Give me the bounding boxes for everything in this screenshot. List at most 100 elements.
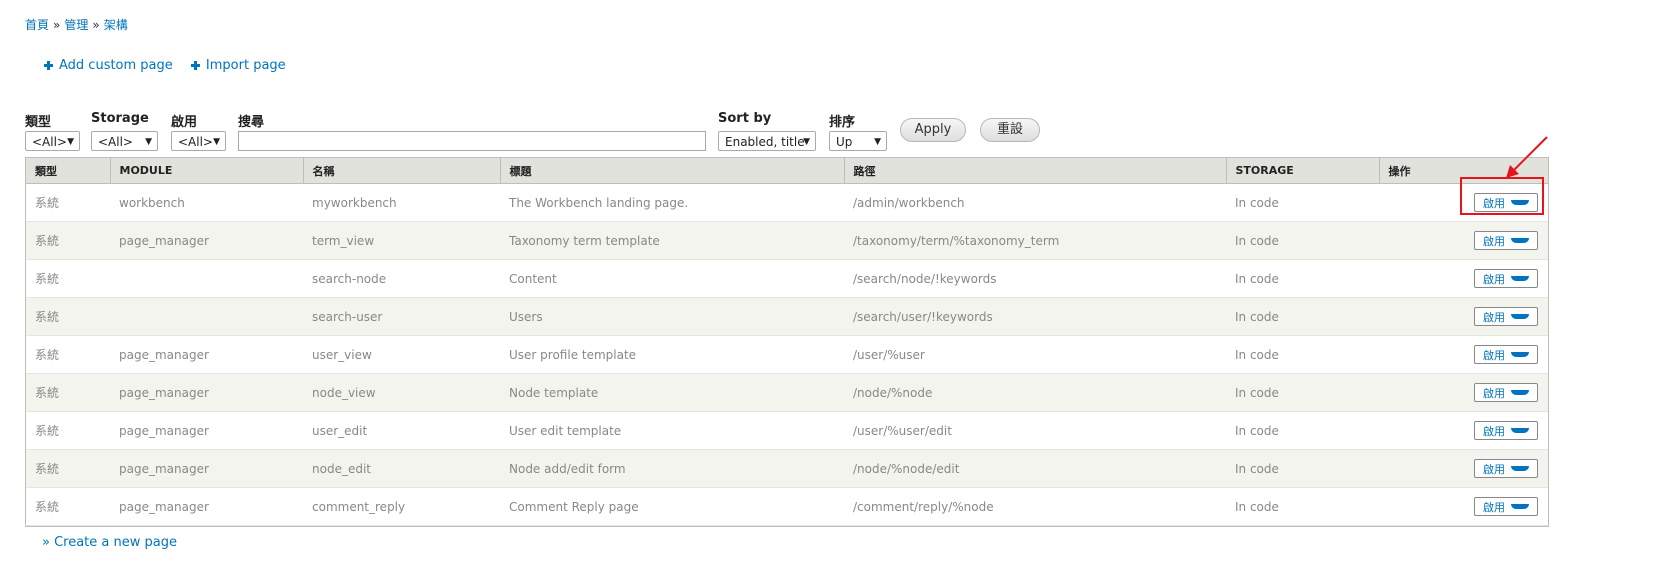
breadcrumb-separator: » <box>53 18 61 32</box>
cell-title: Node add/edit form <box>500 449 844 488</box>
dropdown-toggle-icon[interactable] <box>1511 276 1529 281</box>
enable-button[interactable]: 啟用 <box>1474 345 1538 364</box>
pages-table: 類型 MODULE 名稱 標題 路徑 STORAGE 操作 系統 workben… <box>25 157 1549 527</box>
filter-search-label: 搜尋 <box>238 115 265 130</box>
table-row: 系統 search-user Users /search/user/!keywo… <box>26 297 1548 336</box>
dropdown-toggle-icon[interactable] <box>1511 466 1529 471</box>
dropdown-toggle-icon[interactable] <box>1511 428 1529 433</box>
cell-path: /search/node/!keywords <box>844 259 1226 298</box>
plus-icon <box>190 61 200 70</box>
dropdown-toggle-icon[interactable] <box>1511 238 1529 243</box>
add-custom-page-link[interactable]: Add custom page <box>44 58 173 73</box>
cell-title: User edit template <box>500 411 844 450</box>
cell-operations: 啟用 <box>1379 373 1548 412</box>
cell-type: 系統 <box>26 335 110 374</box>
dropdown-arrow-icon: ▼ <box>874 137 881 147</box>
dropdown-toggle-icon[interactable] <box>1511 352 1529 357</box>
header-title[interactable]: 標題 <box>500 158 845 184</box>
breadcrumb-home[interactable]: 首頁 <box>25 18 49 32</box>
dropdown-toggle-icon[interactable] <box>1511 504 1529 509</box>
header-type[interactable]: 類型 <box>26 158 111 184</box>
cell-module: workbench <box>110 183 303 222</box>
filter-order: 排序 <box>829 111 856 130</box>
cell-title: Users <box>500 297 844 336</box>
sort-by-select[interactable]: Enabled, title ▼ <box>718 131 816 151</box>
enable-button[interactable]: 啟用 <box>1474 383 1538 402</box>
dropdown-toggle-icon[interactable] <box>1511 390 1529 395</box>
filter-storage-label: Storage <box>91 111 149 126</box>
cell-storage: In code <box>1226 335 1379 374</box>
cell-operations: 啟用 <box>1379 335 1548 374</box>
cell-storage: In code <box>1226 297 1379 336</box>
create-new-page-link[interactable]: » Create a new page <box>42 535 177 550</box>
cell-operations: 啟用 <box>1379 259 1548 298</box>
enable-button[interactable]: 啟用 <box>1474 497 1538 516</box>
header-name[interactable]: 名稱 <box>303 158 501 184</box>
enable-button-label: 啟用 <box>1483 386 1505 400</box>
table-row: 系統 page_manager node_view Node template … <box>26 373 1548 412</box>
plus-icon <box>44 61 53 70</box>
apply-button[interactable]: Apply <box>900 118 966 142</box>
annotation-arrow-icon <box>1506 136 1548 178</box>
enable-button[interactable]: 啟用 <box>1474 459 1538 478</box>
cell-path: /user/%user/edit <box>844 411 1226 450</box>
reset-button[interactable]: 重設 <box>980 118 1040 142</box>
cell-storage: In code <box>1226 411 1379 450</box>
cell-name: user_edit <box>303 411 500 450</box>
cell-module: page_manager <box>110 373 303 412</box>
search-input[interactable] <box>238 131 706 151</box>
import-page-link[interactable]: Import page <box>190 58 286 73</box>
cell-operations: 啟用 <box>1379 449 1548 488</box>
cell-storage: In code <box>1226 183 1379 222</box>
cell-operations: 啟用 <box>1379 411 1548 450</box>
dropdown-arrow-icon: ▼ <box>803 137 810 147</box>
enable-button-label: 啟用 <box>1483 272 1505 286</box>
cell-name: user_view <box>303 335 500 374</box>
table-row: 系統 page_manager comment_reply Comment Re… <box>26 487 1548 526</box>
cell-path: /user/%user <box>844 335 1226 374</box>
filter-enabled: 啟用 <box>171 111 197 130</box>
table-row: 系統 page_manager user_view User profile t… <box>26 335 1548 374</box>
enable-button-label: 啟用 <box>1483 348 1505 362</box>
filter-order-label: 排序 <box>829 115 856 130</box>
cell-path: /comment/reply/%node <box>844 487 1226 526</box>
breadcrumb-structure[interactable]: 架構 <box>104 18 128 32</box>
cell-name: node_view <box>303 373 500 412</box>
cell-storage: In code <box>1226 487 1379 526</box>
header-module[interactable]: MODULE <box>110 158 304 184</box>
cell-operations: 啟用 <box>1379 297 1548 336</box>
cell-name: search-node <box>303 259 500 298</box>
cell-name: term_view <box>303 221 500 260</box>
cell-path: /taxonomy/term/%taxonomy_term <box>844 221 1226 260</box>
enable-button-label: 啟用 <box>1483 462 1505 476</box>
header-path[interactable]: 路徑 <box>844 158 1227 184</box>
storage-select[interactable]: <All> ▼ <box>91 131 158 151</box>
filter-search: 搜尋 <box>238 111 265 130</box>
cell-name: myworkbench <box>303 183 500 222</box>
cell-module <box>110 259 303 298</box>
cell-title: Node template <box>500 373 844 412</box>
cell-type: 系統 <box>26 373 110 412</box>
enable-button[interactable]: 啟用 <box>1474 231 1538 250</box>
dropdown-toggle-icon[interactable] <box>1511 314 1529 319</box>
enable-button[interactable]: 啟用 <box>1474 269 1538 288</box>
cell-storage: In code <box>1226 373 1379 412</box>
enable-button-label: 啟用 <box>1483 310 1505 324</box>
cell-title: Taxonomy term template <box>500 221 844 260</box>
cell-name: search-user <box>303 297 500 336</box>
cell-type: 系統 <box>26 297 110 336</box>
storage-select-value: <All> <box>98 135 133 149</box>
add-custom-page-label: Add custom page <box>59 58 173 73</box>
enabled-select[interactable]: <All> ▼ <box>171 131 226 151</box>
header-storage[interactable]: STORAGE <box>1226 158 1380 184</box>
enable-button[interactable]: 啟用 <box>1474 421 1538 440</box>
cell-module: page_manager <box>110 449 303 488</box>
cell-title: The Workbench landing page. <box>500 183 844 222</box>
order-select[interactable]: Up ▼ <box>829 131 887 151</box>
cell-title: User profile template <box>500 335 844 374</box>
breadcrumb-admin[interactable]: 管理 <box>64 18 88 32</box>
cell-module: page_manager <box>110 487 303 526</box>
type-select[interactable]: <All> ▼ <box>25 131 80 151</box>
filter-sort-by: Sort by <box>718 111 771 127</box>
enable-button[interactable]: 啟用 <box>1474 307 1538 326</box>
